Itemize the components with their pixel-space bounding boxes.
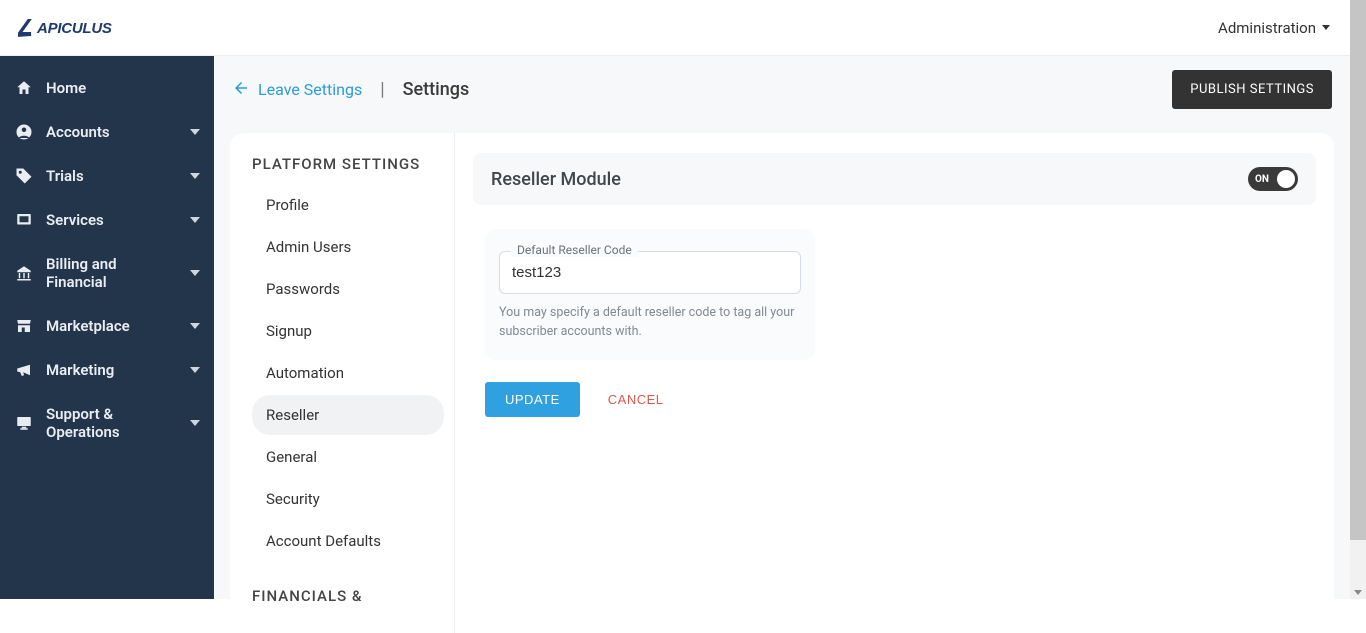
subnav-item-signup[interactable]: Signup [252, 311, 444, 351]
settings-card: PLATFORM SETTINGS Profile Admin Users Pa… [230, 133, 1334, 633]
sidebar-item-label: Support & Operations [46, 405, 178, 441]
chevron-down-icon [190, 217, 200, 223]
sidebar-item-label: Marketplace [46, 317, 178, 335]
subnav-item-security[interactable]: Security [252, 479, 444, 519]
subnav-item-account-defaults[interactable]: Account Defaults [252, 521, 444, 561]
settings-panel: Reseller Module ON Default Reseller Code… [455, 133, 1334, 633]
administration-dropdown[interactable]: Administration [1218, 19, 1330, 37]
brand-logo: APICULUS [18, 14, 178, 42]
update-button[interactable]: UPDATE [485, 382, 580, 417]
layers-icon [14, 211, 34, 229]
sidebar-item-label: Home [46, 79, 200, 97]
chevron-down-icon [190, 420, 200, 426]
scroll-down-icon [1354, 590, 1362, 595]
sidebar-item-label: Services [46, 211, 178, 229]
default-reseller-card: Default Reseller Code You may specify a … [485, 229, 815, 360]
sidebar-item-label: Billing and Financial [46, 255, 178, 291]
default-reseller-label: Default Reseller Code [511, 243, 638, 257]
panel-header: Reseller Module ON [473, 153, 1316, 205]
sidebar-item-label: Accounts [46, 123, 178, 141]
chevron-down-icon [190, 367, 200, 373]
breadcrumb-divider: | [376, 79, 388, 100]
megaphone-icon [14, 361, 34, 379]
brand-logo-svg: APICULUS [18, 14, 178, 42]
default-reseller-help: You may specify a default reseller code … [499, 304, 801, 342]
sidebar-item-billing[interactable]: Billing and Financial [0, 242, 214, 304]
vertical-scrollbar[interactable] [1350, 0, 1366, 599]
store-icon [14, 317, 34, 335]
sidebar-item-support[interactable]: Support & Operations [0, 392, 214, 454]
sidebar-item-services[interactable]: Services [0, 198, 214, 242]
settings-subnav: PLATFORM SETTINGS Profile Admin Users Pa… [230, 133, 455, 633]
sidebar-item-marketplace[interactable]: Marketplace [0, 304, 214, 348]
sidebar-item-trials[interactable]: Trials [0, 154, 214, 198]
scrollbar-thumb[interactable] [1350, 0, 1366, 540]
sidebar-item-marketing[interactable]: Marketing [0, 348, 214, 392]
bank-icon [14, 264, 34, 282]
chevron-down-icon [190, 323, 200, 329]
toggle-knob [1277, 170, 1295, 188]
sidebar-item-accounts[interactable]: Accounts [0, 110, 214, 154]
subnav-item-passwords[interactable]: Passwords [252, 269, 444, 309]
panel-title: Reseller Module [491, 169, 621, 190]
panel-actions: UPDATE CANCEL [485, 382, 1316, 417]
publish-settings-button[interactable]: PUBLISH SETTINGS [1172, 70, 1332, 109]
administration-label: Administration [1218, 19, 1316, 37]
sidebar-item-home[interactable]: Home [0, 66, 214, 110]
sidebar-item-label: Marketing [46, 361, 178, 379]
chevron-down-icon [190, 270, 200, 276]
default-reseller-input[interactable] [499, 251, 801, 294]
subnav-heading-financials: FINANCIALS & [252, 587, 444, 605]
page-title: Settings [403, 79, 470, 100]
subnav-item-admin-users[interactable]: Admin Users [252, 227, 444, 267]
chevron-down-icon [190, 173, 200, 179]
content-header: Leave Settings | Settings PUBLISH SETTIN… [214, 56, 1350, 133]
content-area: Leave Settings | Settings PUBLISH SETTIN… [214, 56, 1350, 599]
caret-down-icon [1322, 25, 1330, 30]
main: Home Accounts Trials Services [0, 56, 1350, 599]
sidebar-item-label: Trials [46, 167, 178, 185]
leave-settings-label: Leave Settings [258, 80, 362, 99]
home-icon [14, 79, 34, 97]
cancel-button[interactable]: CANCEL [608, 392, 664, 407]
svg-text:APICULUS: APICULUS [36, 20, 112, 37]
subnav-item-reseller[interactable]: Reseller [252, 395, 444, 435]
monitor-icon [14, 414, 34, 432]
topbar: APICULUS Administration [0, 0, 1350, 56]
subnav-item-general[interactable]: General [252, 437, 444, 477]
user-circle-icon [14, 123, 34, 141]
tag-icon [14, 167, 34, 185]
arrow-left-icon [232, 79, 250, 101]
subnav-item-automation[interactable]: Automation [252, 353, 444, 393]
leave-settings-link[interactable]: Leave Settings [232, 79, 362, 101]
module-toggle[interactable]: ON [1248, 167, 1298, 191]
default-reseller-field-wrap: Default Reseller Code [499, 251, 801, 294]
chevron-down-icon [190, 129, 200, 135]
subnav-item-profile[interactable]: Profile [252, 185, 444, 225]
toggle-on-label: ON [1255, 174, 1269, 185]
subnav-heading-platform: PLATFORM SETTINGS [252, 155, 444, 173]
sidebar: Home Accounts Trials Services [0, 56, 214, 599]
subnav-list-platform: Profile Admin Users Passwords Signup Aut… [252, 185, 444, 561]
